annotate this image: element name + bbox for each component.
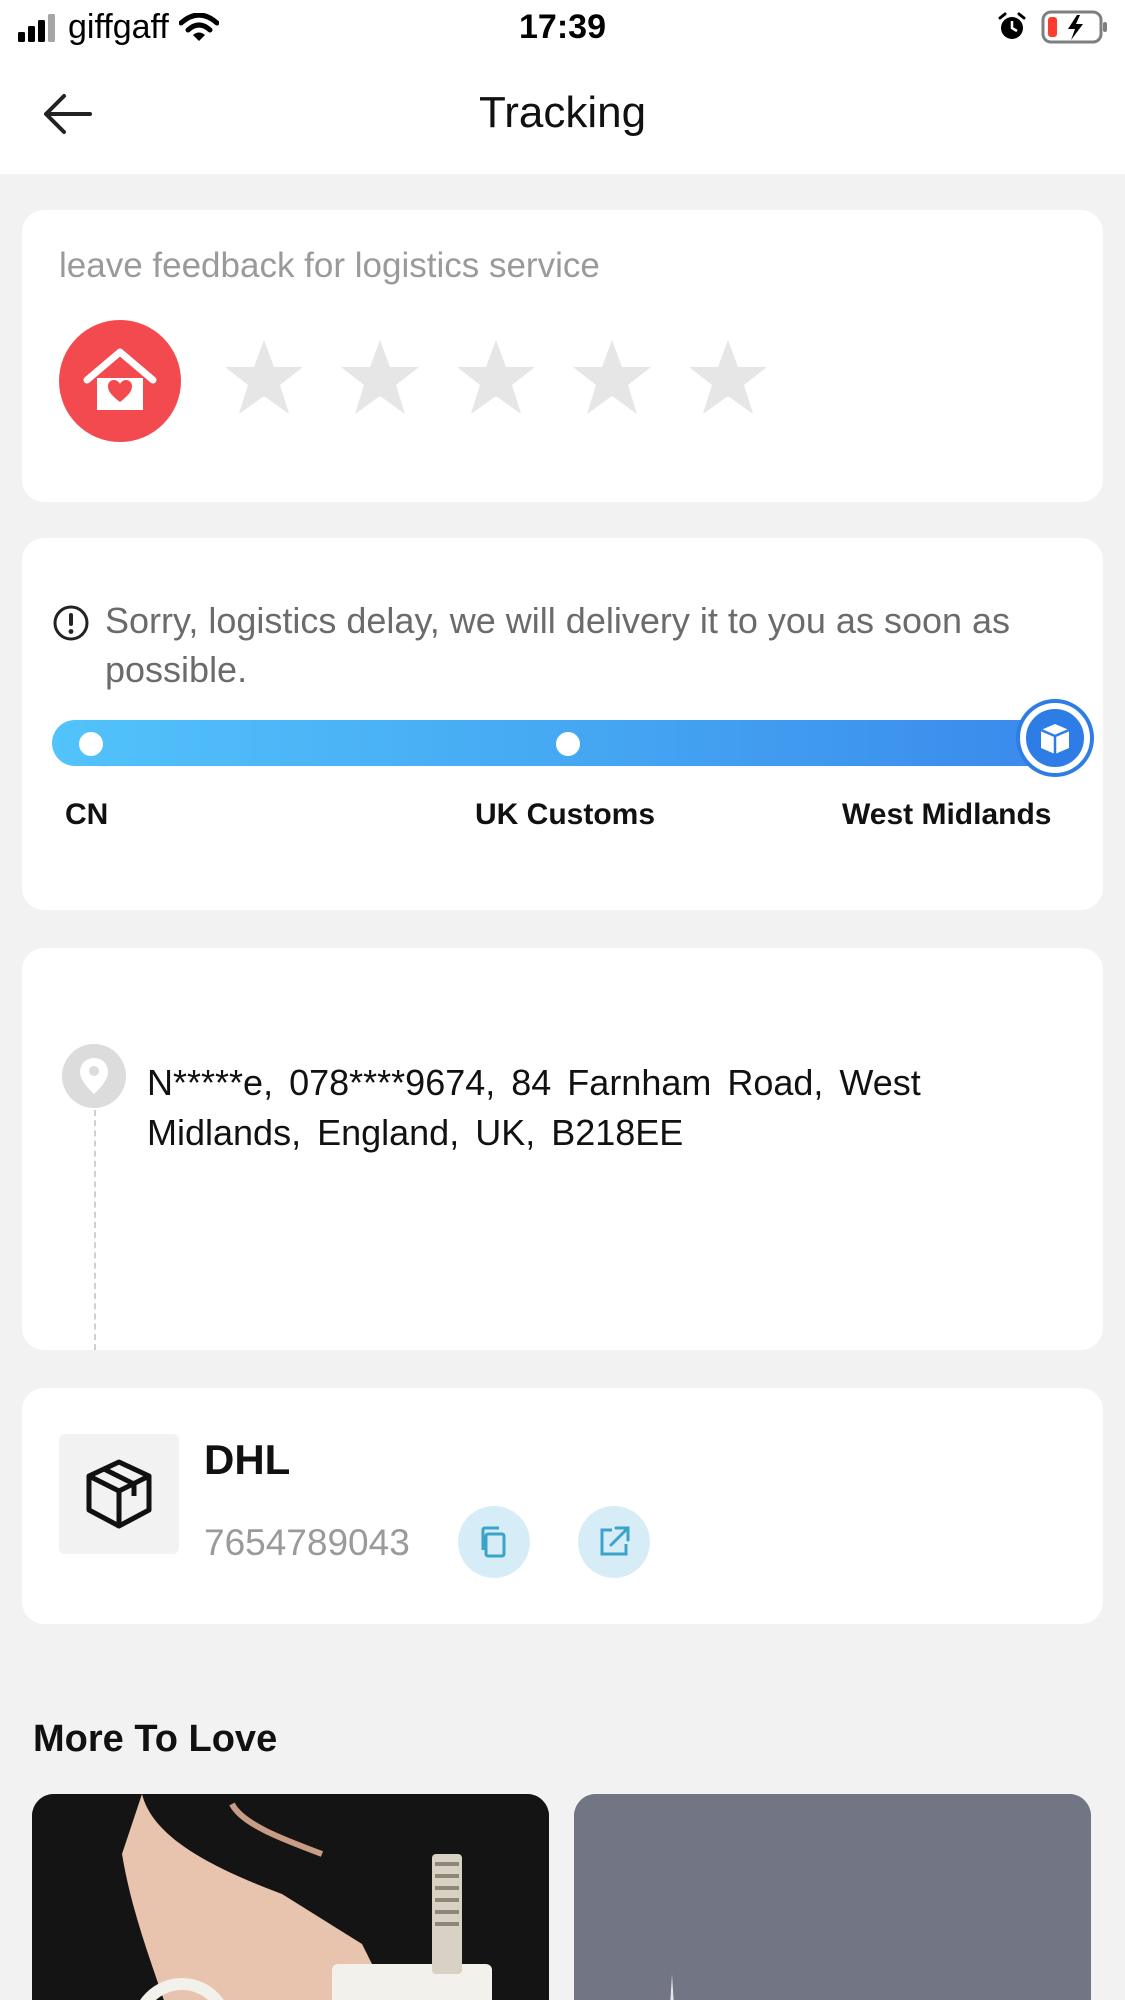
stage-label: UK Customs <box>475 798 656 831</box>
feedback-prompt: leave feedback for logistics service <box>59 246 600 285</box>
star-icon[interactable] <box>570 336 654 420</box>
star-icon[interactable] <box>338 336 422 420</box>
star-rating[interactable] <box>222 336 770 420</box>
more-to-love-heading: More To Love <box>33 1718 278 1760</box>
open-link-button[interactable] <box>578 1506 650 1578</box>
box-icon <box>86 1459 152 1529</box>
package-icon <box>1040 724 1070 754</box>
product-image <box>32 1794 549 2000</box>
alert-circle-icon <box>53 605 89 641</box>
star-icon[interactable] <box>222 336 306 420</box>
battery-icon <box>1041 10 1107 44</box>
progress-dot <box>556 732 580 756</box>
carrier-logo <box>59 1434 179 1554</box>
status-right <box>997 10 1109 44</box>
carrier-card: DHL 7654789043 <box>22 1388 1103 1624</box>
tracking-number: 7654789043 <box>204 1522 410 1563</box>
location-pin-icon <box>62 1044 126 1108</box>
delivery-status-card: Sorry, logistics delay, we will delivery… <box>22 538 1103 910</box>
current-stage-marker <box>1020 703 1090 773</box>
page-title: Tracking <box>478 88 647 137</box>
navigation-bar: Tracking <box>0 58 1125 174</box>
clock: 17:39 <box>519 8 606 46</box>
address-card: N*****e, 078****9674, 84 Farnham Road, W… <box>22 948 1103 1350</box>
product-card[interactable] <box>32 1794 549 2000</box>
alarm-icon <box>998 12 1026 39</box>
star-icon[interactable] <box>454 336 538 420</box>
shipment-progress-bar <box>52 720 1052 766</box>
feedback-card: leave feedback for logistics service <box>22 210 1103 502</box>
progress-dot <box>79 732 103 756</box>
timeline-line <box>94 1110 96 1350</box>
carrier-name: DHL <box>204 1436 291 1483</box>
status-bar: giffgaff 17:39 <box>0 0 1125 58</box>
copy-icon <box>481 1526 506 1558</box>
home-heart-icon <box>83 348 157 410</box>
product-image <box>574 1794 1091 2000</box>
star-icon[interactable] <box>686 336 770 420</box>
product-card[interactable] <box>574 1794 1091 2000</box>
external-link-icon <box>600 1526 630 1556</box>
stage-label: West Midlands <box>842 798 1052 831</box>
delivery-address: N*****e, 078****9674, 84 Farnham Road, W… <box>147 1062 921 1153</box>
copy-button[interactable] <box>458 1506 530 1578</box>
stage-label: CN <box>65 798 109 831</box>
store-logo <box>59 320 181 442</box>
delay-message: Sorry, logistics delay, we will delivery… <box>105 600 1011 690</box>
